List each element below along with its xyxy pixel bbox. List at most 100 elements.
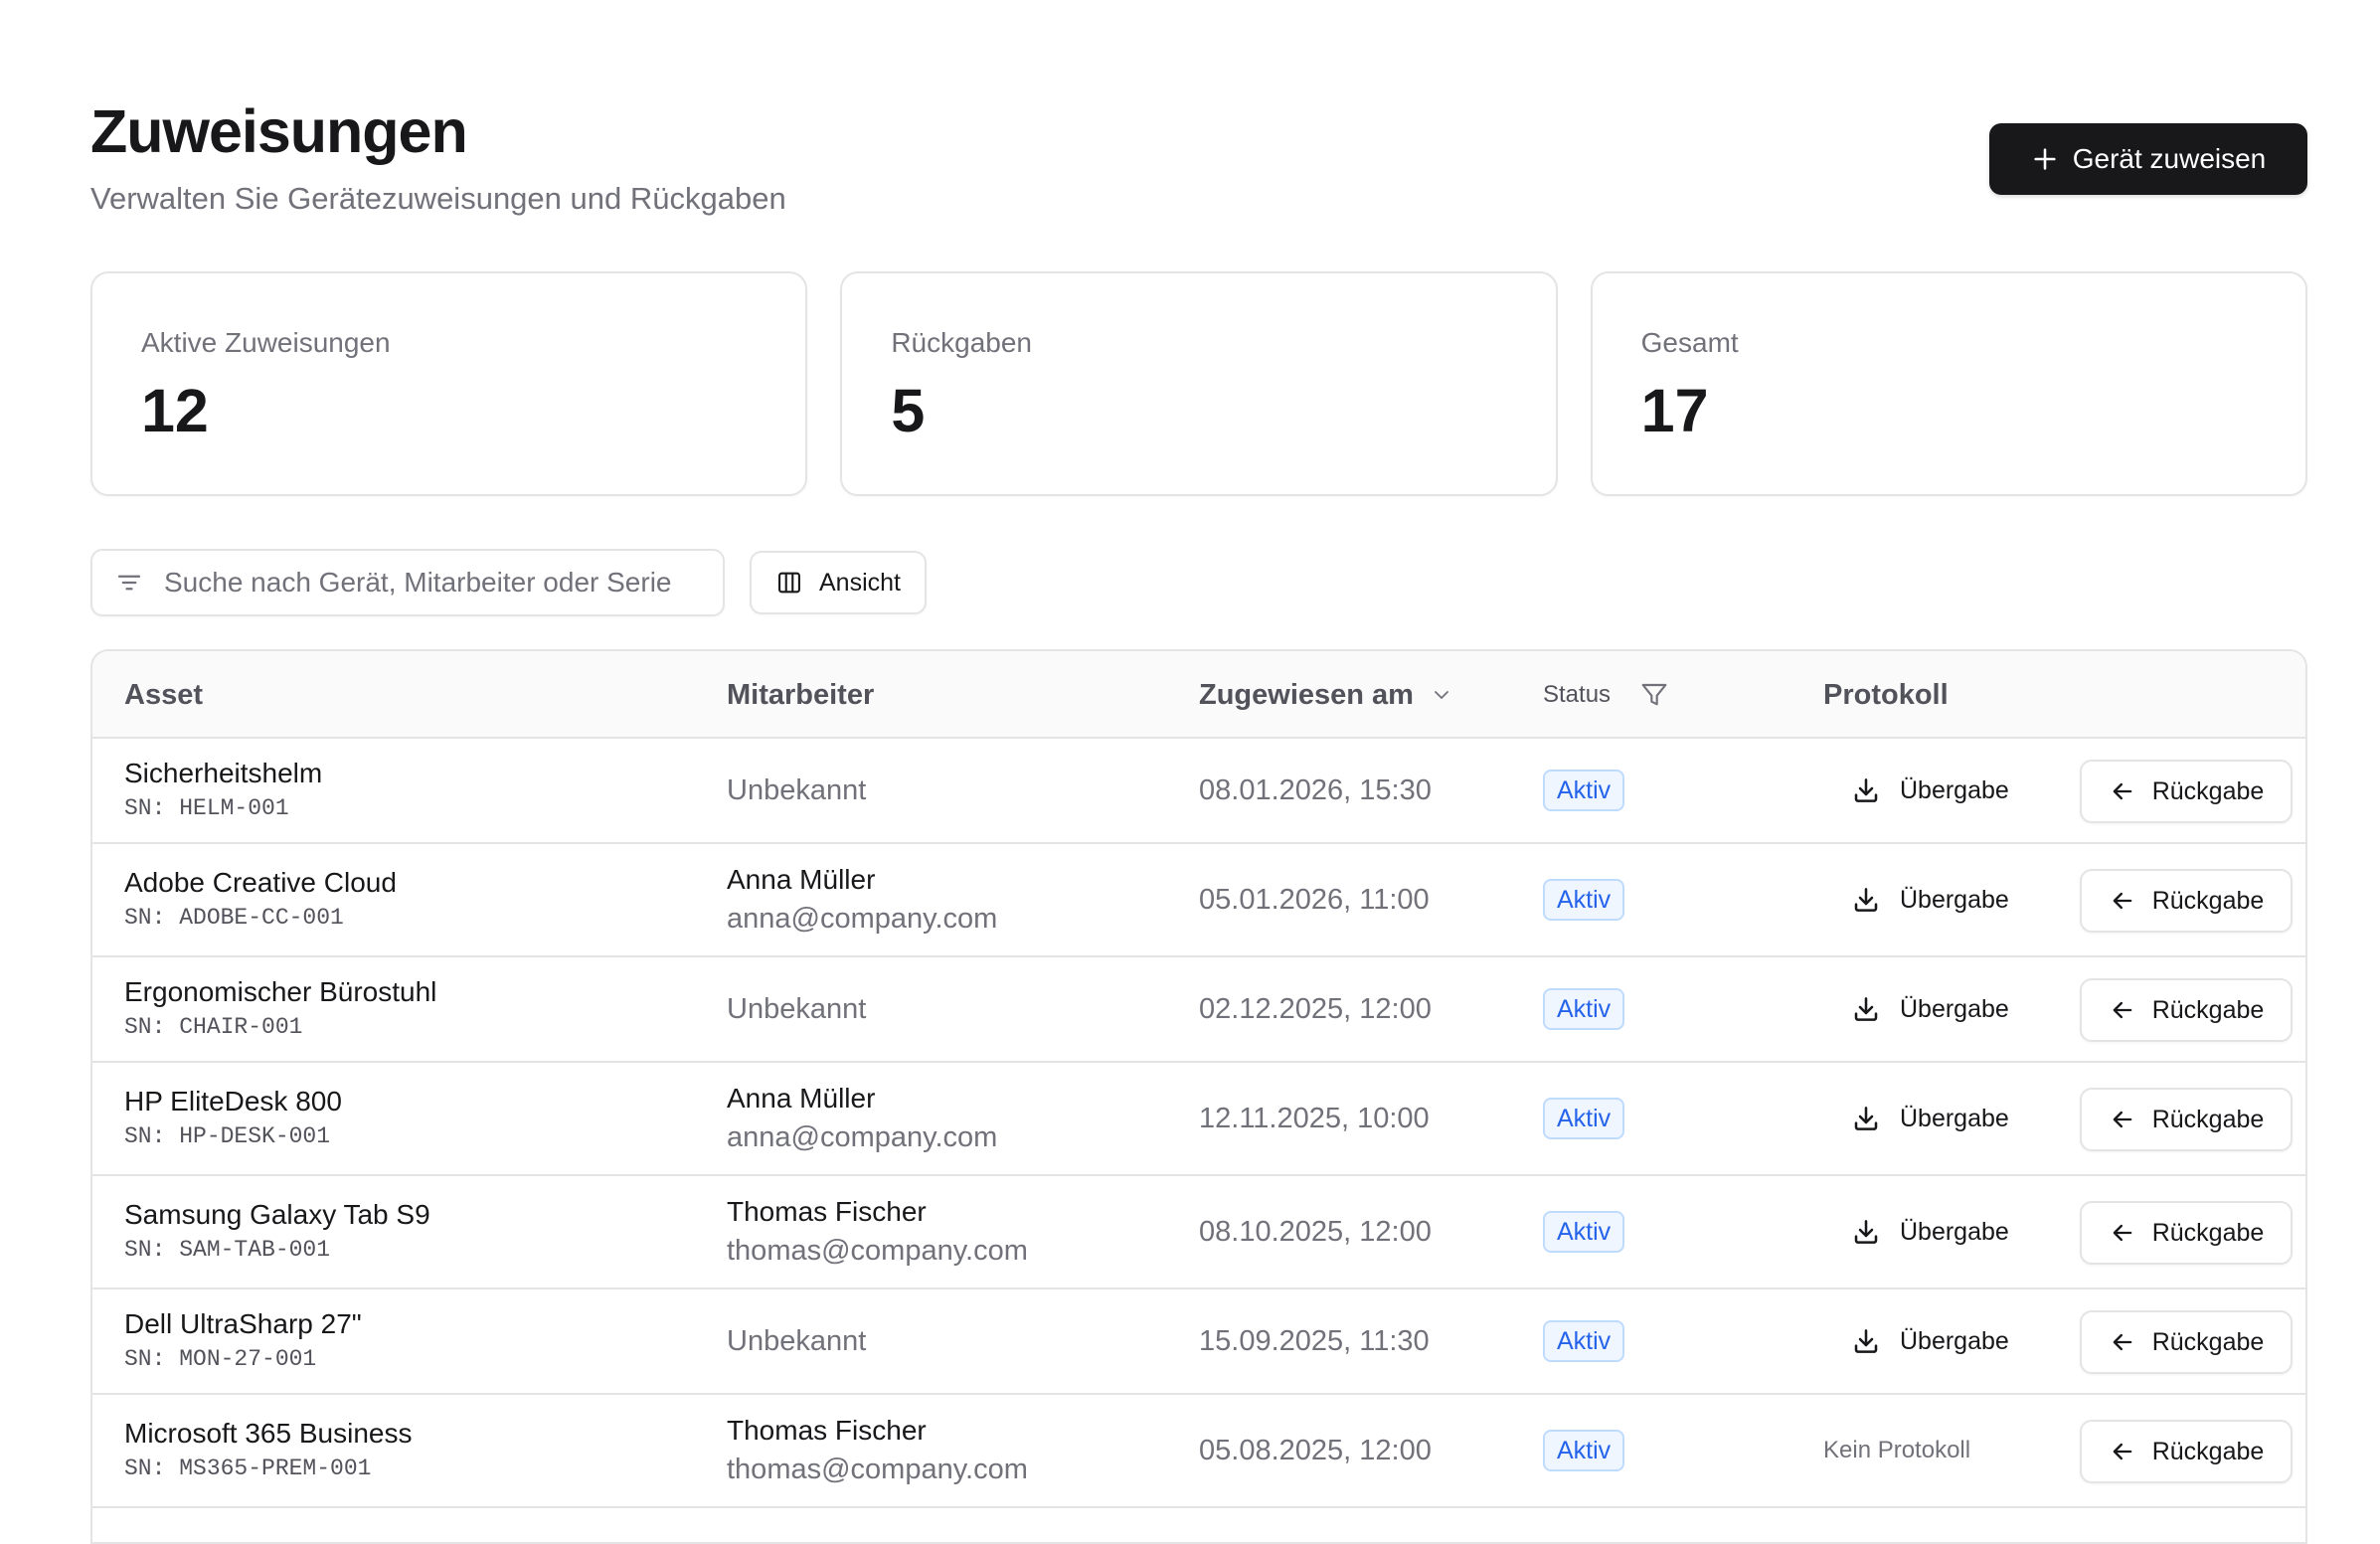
download-icon [1854,1220,1878,1244]
status-badge: Aktiv [1543,988,1625,1030]
assign-device-label: Gerät zuweisen [2072,143,2267,174]
arrow-left-icon [2113,892,2132,910]
stat-label: Aktive Zuweisungen [141,327,391,358]
toolbar: Ansicht [90,549,927,616]
asset-name: HP EliteDesk 800 [124,1086,342,1116]
asset-name: Adobe Creative Cloud [124,867,397,898]
return-label: Rückgabe [2151,886,2265,915]
stat-card-total: Gesamt 17 [1590,271,2307,496]
table-row: Adobe Creative Cloud SN: ADOBE-CC-001 Anna… [92,844,2305,957]
asset-cell: Samsung Galaxy Tab S9 SN: SAM-TAB-001 [124,1176,430,1287]
stat-card-returns: Rückgaben 5 [840,271,1558,496]
arrow-left-icon [2113,1001,2132,1019]
table-body: Sicherheitshelm SN: HELM-001 Unbekannt 08.0… [92,739,2305,1508]
return-button[interactable]: Rückgabe [2080,760,2293,823]
handover-protocol-button[interactable]: Übergabe [1850,1176,2009,1287]
return-button[interactable]: Rückgabe [2080,1201,2293,1265]
stat-label: Gesamt [1640,327,1739,358]
employee-cell: Unbekannt [727,739,866,842]
search-input[interactable] [164,567,721,599]
employee-unknown: Unbekannt [727,1324,867,1357]
return-label: Rückgabe [2151,1105,2265,1133]
view-button[interactable]: Ansicht [750,551,927,614]
employee-name: Thomas Fischer [727,1196,927,1227]
download-icon [1854,997,1878,1021]
filter-lines-icon [117,575,141,591]
asset-serial: SN: HELM-001 [124,795,289,821]
stat-value: 17 [1640,377,1709,444]
handover-label: Übergabe [1900,1104,2009,1132]
stat-value: 12 [141,377,209,444]
handover-label: Übergabe [1900,1217,2009,1246]
employee-cell: Anna Müller anna@company.com [727,844,997,955]
status-badge: Aktiv [1543,879,1625,921]
column-header-label: Protokoll [1823,678,1949,711]
employee-cell: Thomas Fischer thomas@company.com [727,1395,1028,1506]
return-button[interactable]: Rückgabe [2080,1420,2293,1483]
asset-serial: SN: SAM-TAB-001 [124,1237,331,1263]
column-header-employee[interactable]: Mitarbeiter [727,651,874,739]
asset-cell: HP EliteDesk 800 SN: HP-DESK-001 [124,1063,342,1174]
assignments-page: Zuweisungen Verwalten Sie Gerätezuweisun… [90,0,2307,1544]
return-label: Rückgabe [2151,776,2265,805]
return-button[interactable]: Rückgabe [2080,978,2293,1042]
return-button[interactable]: Rückgabe [2080,1310,2293,1374]
employee-name: Anna Müller [727,864,876,895]
asset-cell: Dell UltraSharp 27" SN: MON-27-001 [124,1289,362,1393]
asset-name: Samsung Galaxy Tab S9 [124,1199,430,1230]
employee-cell: Anna Müller anna@company.com [727,1063,997,1174]
no-protocol-cell: Kein Protokoll [1823,1395,1970,1506]
employee-cell: Thomas Fischer thomas@company.com [727,1176,1028,1287]
asset-serial: SN: CHAIR-001 [124,1014,303,1040]
status-cell: Aktiv [1543,739,1625,842]
status-badge: Aktiv [1543,1320,1625,1362]
return-button[interactable]: Rückgabe [2080,1088,2293,1151]
handover-protocol-button[interactable]: Übergabe [1850,957,2009,1061]
status-badge: Aktiv [1543,770,1625,811]
columns-icon [778,572,800,594]
return-button[interactable]: Rückgabe [2080,869,2293,933]
arrow-left-icon [2113,1333,2132,1351]
return-label: Rückgabe [2151,1218,2265,1247]
status-cell: Aktiv [1543,957,1625,1061]
date-cell: 02.12.2025, 12:00 [1199,957,1432,1061]
download-icon [1854,778,1878,802]
return-label: Rückgabe [2151,995,2265,1024]
status-badge: Aktiv [1543,1098,1625,1139]
employee-name: Anna Müller [727,1083,876,1114]
assigned-date: 08.01.2026, 15:30 [1199,773,1432,806]
arrow-left-icon [2113,1443,2132,1460]
handover-label: Übergabe [1900,994,2009,1023]
asset-cell: Ergonomischer Bürostuhl SN: CHAIR-001 [124,957,436,1061]
assignments-table: Asset Mitarbeiter Zugewiesen am Status P… [90,649,2307,1544]
asset-name: Microsoft 365 Business [124,1418,413,1449]
chevron-down-icon [1435,691,1448,699]
handover-protocol-button[interactable]: Übergabe [1850,1063,2009,1174]
handover-protocol-button[interactable]: Übergabe [1850,844,2009,955]
column-header-label: Zugewiesen am [1199,678,1414,711]
funnel-icon[interactable] [1638,679,1670,711]
employee-email: thomas@company.com [727,1454,1028,1485]
plus-icon [2034,148,2056,170]
column-header-assigned[interactable]: Zugewiesen am [1199,651,1453,739]
date-cell: 05.08.2025, 12:00 [1199,1395,1432,1506]
handover-protocol-button[interactable]: Übergabe [1850,739,2009,842]
asset-serial: SN: MS365-PREM-001 [124,1456,372,1481]
status-cell: Aktiv [1543,1395,1625,1506]
status-badge: Aktiv [1543,1211,1625,1253]
column-header-asset[interactable]: Asset [124,651,203,739]
assigned-date: 02.12.2025, 12:00 [1199,992,1432,1025]
arrow-left-icon [2113,1224,2132,1242]
handover-protocol-button[interactable]: Übergabe [1850,1289,2009,1393]
search-box[interactable] [90,549,725,616]
download-icon [1854,1107,1878,1130]
page-header: Zuweisungen Verwalten Sie Gerätezuweisun… [90,95,2307,225]
assign-device-button[interactable]: Gerät zuweisen [1989,123,2307,195]
handover-label: Übergabe [1900,1326,2009,1355]
table-row: Microsoft 365 Business SN: MS365-PREM-001… [92,1395,2305,1508]
asset-cell: Sicherheitshelm SN: HELM-001 [124,739,322,842]
date-cell: 12.11.2025, 10:00 [1199,1063,1430,1174]
employee-email: thomas@company.com [727,1235,1028,1267]
employee-name: Thomas Fischer [727,1415,927,1446]
employee-unknown: Unbekannt [727,992,867,1025]
